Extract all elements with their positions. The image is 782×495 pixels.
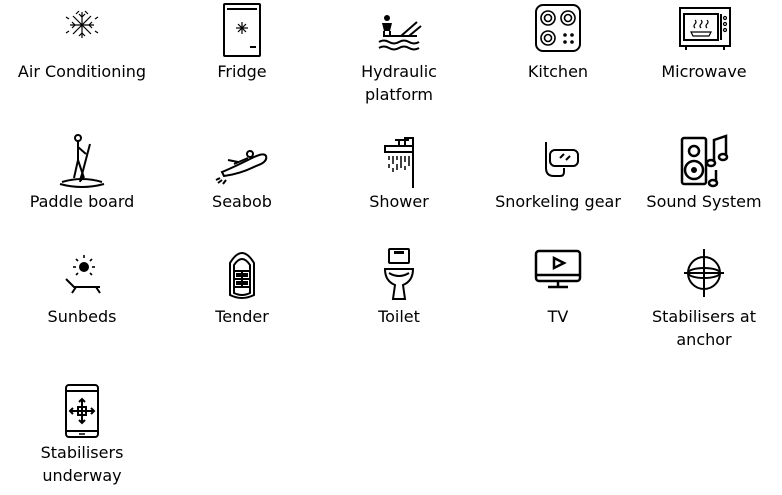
amenity-label: Snorkeling gear (495, 192, 621, 211)
amenity-shower: Shower (321, 132, 477, 213)
amenity-label: Microwave (661, 62, 747, 81)
amenity-fridge: Fridge (164, 2, 320, 83)
seabob-icon (212, 132, 272, 188)
amenity-label: Shower (369, 192, 429, 211)
amenity-tender: Tender (164, 247, 320, 328)
snowflake-icon (52, 2, 112, 58)
amenity-hydraulic-platform: Hydraulic platform (321, 2, 477, 106)
amenity-kitchen: Kitchen (480, 2, 636, 83)
tv-play-icon (528, 247, 588, 303)
fridge-icon (212, 2, 272, 58)
amenity-label: Sound System (646, 192, 762, 211)
amenity-toilet: Toilet (321, 247, 477, 328)
amenity-label: Stabilisers underway (40, 443, 124, 485)
paddle-board-icon (52, 132, 112, 188)
amenity-label: Tender (215, 307, 269, 326)
amenity-label: Stabilisers at anchor (652, 307, 756, 349)
amenity-snorkeling-gear: Snorkeling gear (480, 132, 636, 213)
amenity-stabilisers-at-anchor: Stabilisers at anchor (626, 247, 782, 351)
amenity-paddle-board: Paddle board (4, 132, 160, 213)
amenity-label: Fridge (217, 62, 267, 81)
amenity-stabilisers-underway: Stabilisers underway (4, 383, 160, 487)
phone-arrows-icon (52, 383, 112, 439)
amenity-sound-system: Sound System (626, 132, 782, 213)
amenity-label: Toilet (378, 307, 420, 326)
microwave-icon (674, 2, 734, 58)
shower-icon (369, 132, 429, 188)
amenity-label: Air Conditioning (17, 62, 147, 81)
amenity-microwave: Microwave (626, 2, 782, 83)
amenity-label: Seabob (212, 192, 272, 211)
toilet-icon (369, 247, 429, 303)
amenity-label: TV (547, 307, 569, 326)
amenity-label: Hydraulic platform (361, 62, 437, 104)
sunbed-icon (52, 247, 112, 303)
amenity-label: Kitchen (527, 62, 589, 81)
stovetop-icon (528, 2, 588, 58)
amenity-label: Sunbeds (47, 307, 117, 326)
hydraulic-platform-icon (369, 2, 429, 58)
amenity-seabob: Seabob (164, 132, 320, 213)
amenity-label: Paddle board (29, 192, 135, 211)
speaker-music-icon (674, 132, 734, 188)
amenity-air-conditioning: Air Conditioning (4, 2, 160, 83)
amenity-tv: TV (480, 247, 636, 328)
amenity-sunbeds: Sunbeds (4, 247, 160, 328)
gyroscope-icon (674, 247, 734, 303)
snorkel-mask-icon (528, 132, 588, 188)
tender-boat-icon (212, 247, 272, 303)
